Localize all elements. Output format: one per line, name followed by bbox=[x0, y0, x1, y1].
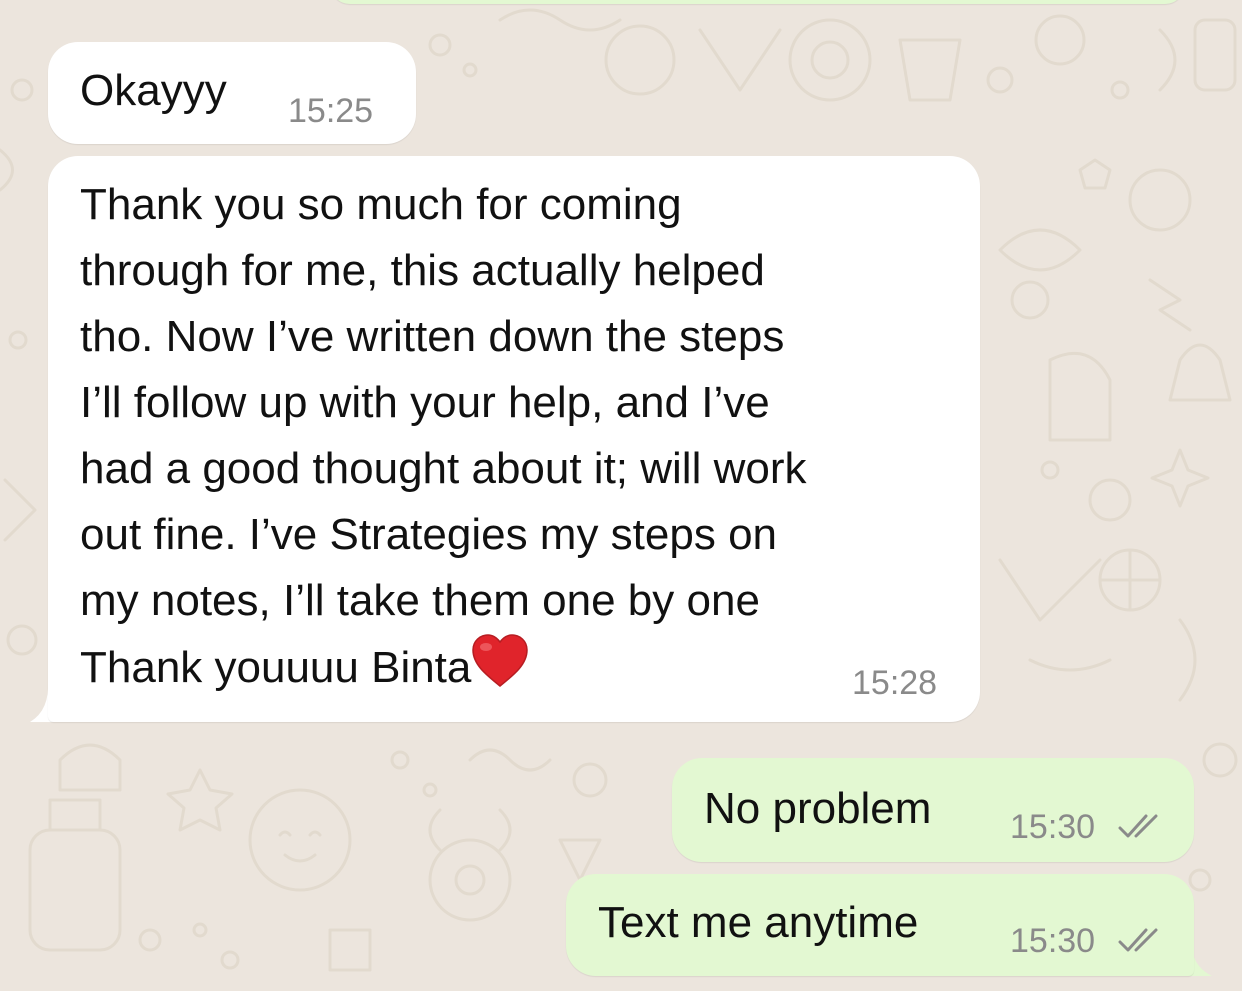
incoming-message-bubble[interactable]: Okayyy 15:25 bbox=[48, 42, 416, 144]
chat-thread[interactable]: Okayyy 15:25 Thank you so much for comin… bbox=[0, 0, 1242, 991]
previous-message-bubble[interactable] bbox=[330, 0, 1185, 4]
message-text: Text me anytime bbox=[598, 898, 919, 947]
message-timestamp: 15:30 bbox=[1010, 808, 1096, 846]
message-text: Thank you so much for coming through for… bbox=[80, 172, 806, 701]
message-timestamp: 15:30 bbox=[1010, 922, 1096, 960]
message-text-content: Thank you so much for coming through for… bbox=[80, 180, 807, 692]
outgoing-message-bubble[interactable]: No problem 15:30 bbox=[672, 758, 1194, 862]
message-timestamp: 15:25 bbox=[288, 92, 374, 130]
incoming-message-bubble[interactable]: Thank you so much for coming through for… bbox=[48, 156, 980, 722]
double-check-read-icon bbox=[1118, 928, 1158, 952]
message-timestamp: 15:28 bbox=[852, 664, 938, 702]
double-check-read-icon bbox=[1118, 814, 1158, 838]
outgoing-message-bubble[interactable]: Text me anytime 15:30 bbox=[566, 874, 1194, 976]
red-heart-emoji bbox=[472, 634, 529, 687]
message-text: Okayyy bbox=[80, 66, 227, 115]
message-text: No problem bbox=[704, 784, 932, 833]
